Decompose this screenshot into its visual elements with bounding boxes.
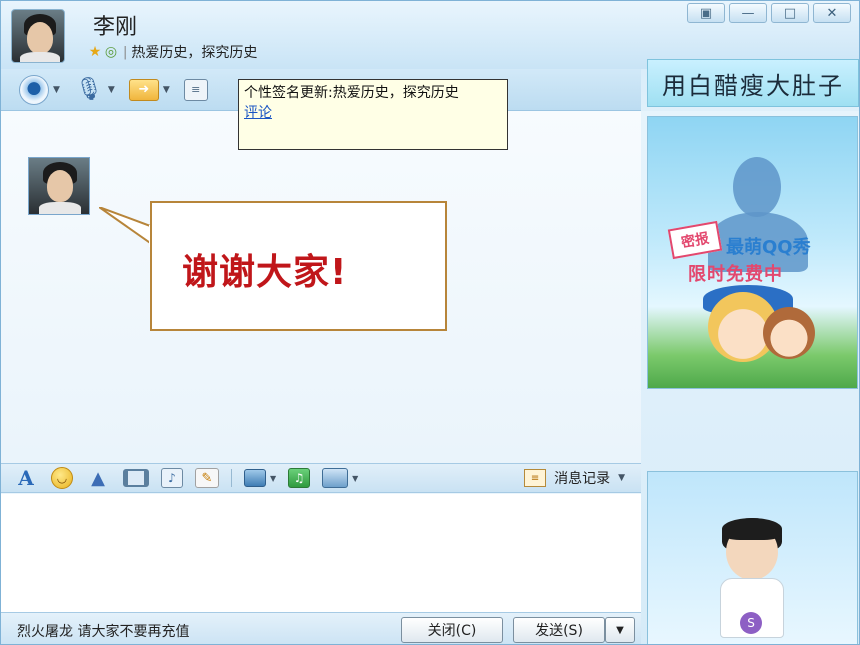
- window-controls: ▣ — □ ✕: [687, 3, 851, 23]
- contact-name: 李刚: [93, 15, 138, 40]
- maximize-button[interactable]: □: [771, 3, 809, 23]
- toolbar-divider: [231, 469, 232, 487]
- ad-text-link[interactable]: 烈火屠龙 请大家不要再充值: [17, 621, 189, 641]
- status-row: ★ ◎ | 热爱历史，探究历史: [87, 42, 258, 62]
- emoji-icon[interactable]: ◡: [51, 467, 73, 489]
- format-toolbar: A ◡ ▲ ♪ ✎ ▼ ♫ ▼ ≡ 消息记录 ▼: [1, 463, 641, 493]
- bottom-bar: 烈火屠龙 请大家不要再充值 关闭(C) 发送(S) ▼: [1, 612, 641, 644]
- microphone-icon: 🎙: [74, 77, 103, 102]
- signature-text[interactable]: 热爱历史，探究历史: [131, 42, 257, 62]
- file-transfer-icon: ➜: [128, 78, 159, 101]
- video-icon[interactable]: [123, 469, 149, 487]
- chevron-down-icon[interactable]: ▼: [53, 85, 60, 95]
- comment-link[interactable]: 评论: [244, 103, 502, 123]
- voice-call-button[interactable]: 🎙 ▼: [70, 74, 119, 106]
- qq-show-ad[interactable]: 密报 最萌QQ秀 限时免费中: [647, 116, 858, 389]
- avatar-fringe: [722, 518, 782, 540]
- history-icon: ≡: [524, 469, 547, 487]
- status-divider: |: [123, 44, 128, 60]
- message-input[interactable]: [1, 494, 641, 612]
- voice-message-icon[interactable]: ♪: [161, 468, 183, 488]
- star-icon[interactable]: ★: [87, 44, 103, 60]
- tooltip-text: 个性签名更新:热爱历史，探究历史: [244, 85, 459, 101]
- message-area[interactable]: 谢谢大家!: [1, 111, 641, 463]
- chat-window: 李刚 ★ ◎ | 热爱历史，探究历史 ▣ — □ ✕ ▼ 🎙 ▼ ➜ ▼ ≡ 用…: [0, 0, 860, 645]
- qq-show-badge-icon: S: [740, 612, 762, 634]
- send-button[interactable]: 发送(S): [513, 617, 605, 643]
- history-label: 消息记录: [554, 471, 611, 487]
- chevron-down-icon[interactable]: ▼: [618, 473, 625, 483]
- sender-avatar[interactable]: [28, 157, 90, 215]
- qq-show-avatar[interactable]: S: [647, 471, 858, 644]
- ad-headline: 最萌QQ秀: [726, 237, 811, 258]
- chevron-down-icon[interactable]: ▼: [108, 85, 115, 95]
- music-icon[interactable]: ♫: [288, 468, 311, 488]
- message-bubble: 谢谢大家!: [150, 201, 447, 331]
- edit-icon[interactable]: ✎: [195, 468, 219, 488]
- contact-avatar[interactable]: [11, 9, 65, 63]
- video-call-button[interactable]: ▼: [15, 74, 64, 106]
- chevron-down-icon[interactable]: ▼: [352, 474, 358, 483]
- camera-icon: [19, 74, 49, 105]
- screenshot-icon[interactable]: [322, 468, 349, 488]
- message-text: 谢谢大家!: [182, 252, 348, 293]
- font-icon[interactable]: A: [13, 466, 39, 490]
- bubble-tail: [99, 207, 155, 247]
- send-options-button[interactable]: ▼: [605, 617, 635, 643]
- silhouette-icon: [733, 157, 781, 217]
- ad-subline: 限时免费中: [688, 264, 783, 285]
- signature-tooltip: 个性签名更新:热爱历史，探究历史 评论: [238, 79, 508, 150]
- minimize-button[interactable]: —: [729, 3, 767, 23]
- close-window-button[interactable]: ✕: [813, 3, 851, 23]
- close-button[interactable]: 关闭(C): [401, 617, 503, 643]
- file-transfer-button[interactable]: ➜ ▼: [125, 74, 174, 106]
- search-status-icon[interactable]: ◎: [103, 44, 119, 60]
- chat-tools-button[interactable]: ≡: [180, 74, 212, 106]
- chevron-down-icon[interactable]: ▼: [163, 85, 170, 95]
- chat-icon: ≡: [183, 78, 208, 101]
- cartoon-boy: [763, 307, 815, 359]
- chevron-down-icon[interactable]: ▼: [270, 474, 276, 483]
- message-history-button[interactable]: ≡ 消息记录 ▼: [524, 468, 625, 488]
- skin-button[interactable]: ▣: [687, 3, 725, 23]
- nudge-icon[interactable]: ▲: [85, 467, 111, 489]
- image-icon[interactable]: [244, 469, 266, 487]
- ad-banner[interactable]: 用白醋瘦大肚子: [647, 59, 859, 107]
